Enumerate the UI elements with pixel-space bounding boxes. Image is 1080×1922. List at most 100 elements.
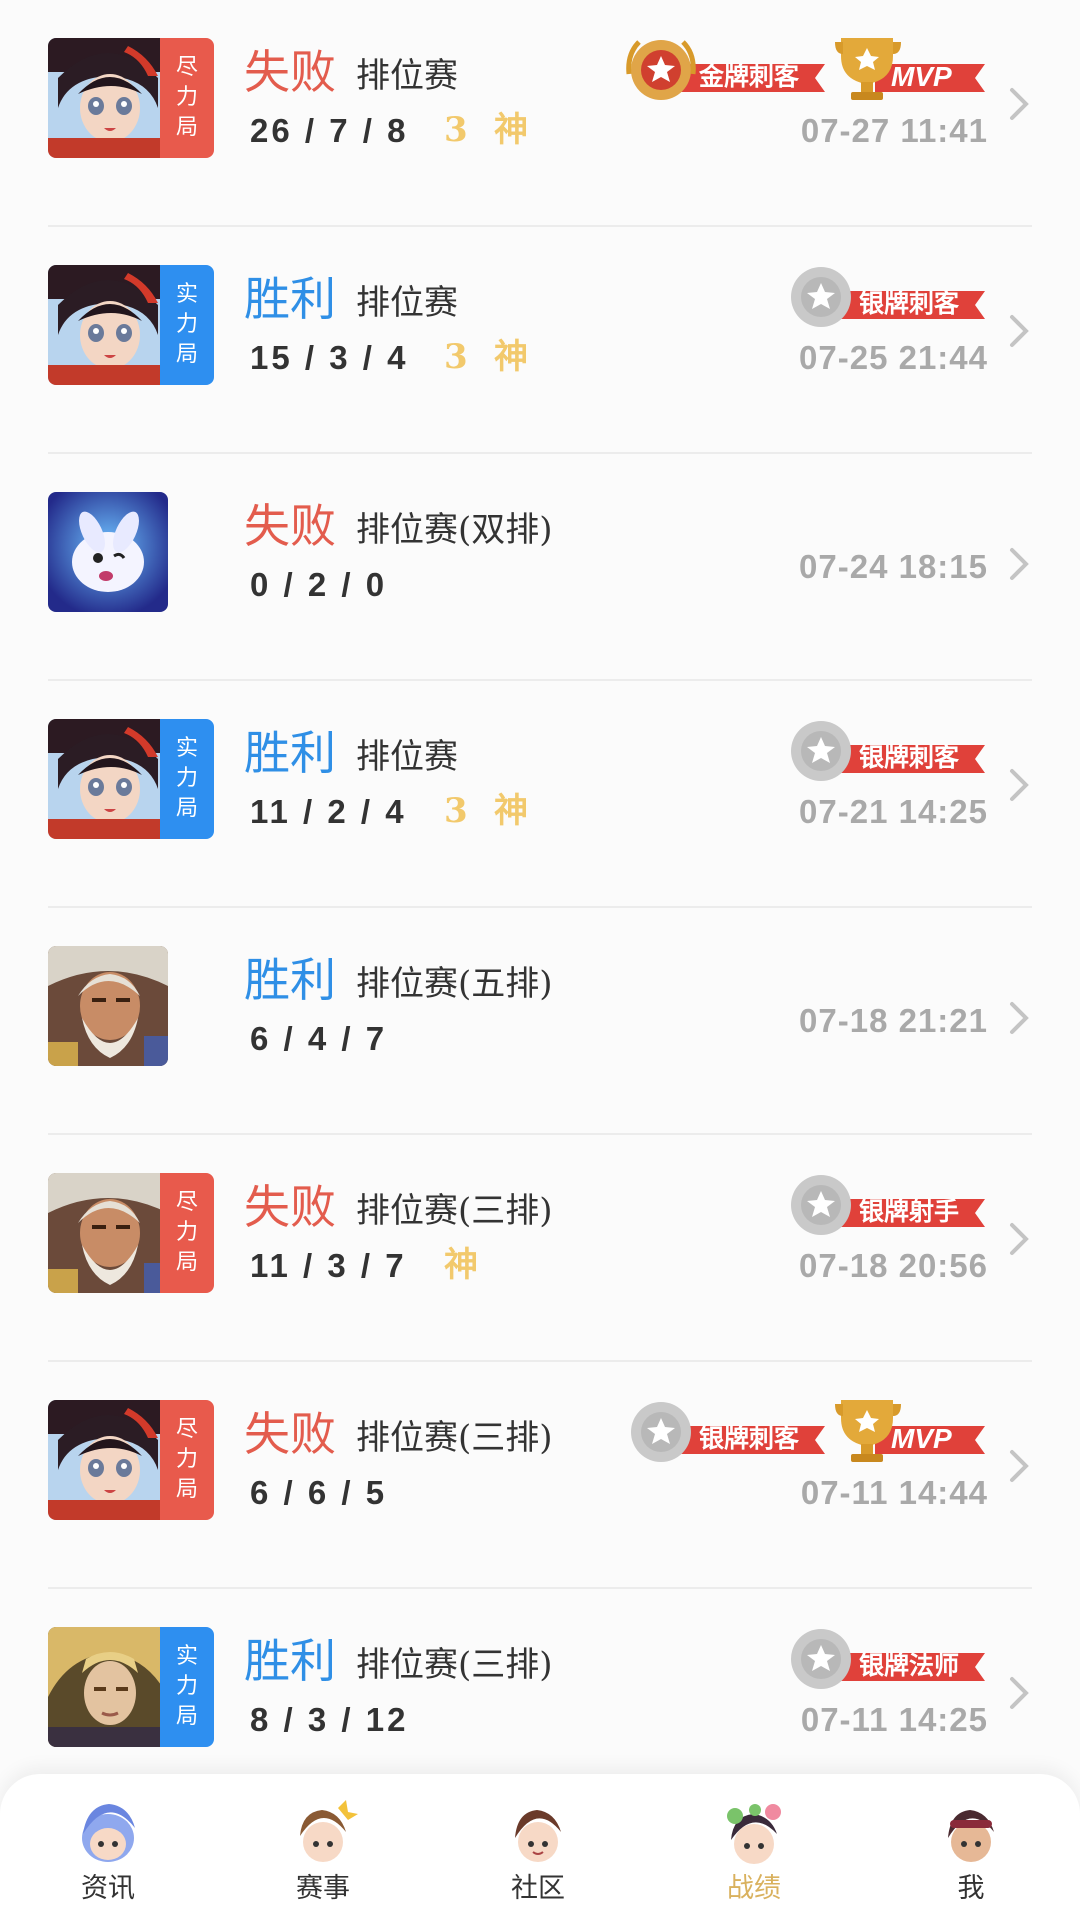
mode-tag: 尽力局 [160,1173,214,1293]
tab-record[interactable]: 战绩 [689,1784,819,1914]
hero-avatar-group: 实力局 [48,719,214,839]
news-avatar-icon [73,1798,143,1868]
hero-avatar [48,1400,168,1520]
mode-tag-char: 局 [175,1250,198,1275]
badge-label: 银牌射手 [859,1197,960,1226]
match-time: 07-27 11:41 [800,112,988,149]
chevron-right-icon[interactable] [1006,311,1032,351]
mode-tag-char: 局 [175,796,198,821]
kda: 11 / 3 / 7 [250,1247,407,1284]
badge-label: 银牌刺客 [859,289,960,318]
match-row[interactable]: 实力局胜利 排位赛 11 / 2 / 4 3 神银牌刺客 07-21 14:25 [0,681,1080,908]
match-row[interactable]: 实力局胜利 排位赛 15 / 3 / 4 3 神银牌刺客 07-25 21:44 [0,227,1080,454]
mode-tag-char: 局 [175,1704,198,1729]
badge-label: 金牌刺客 [699,62,800,91]
mode-tag-char: 局 [175,115,198,140]
god-flag: 神 [494,337,528,377]
mode-tag-char: 力 [175,1220,198,1245]
hero-avatar [48,946,168,1066]
match-type: 排位赛(双排) [356,510,553,550]
hero-avatar-group: 尽力局 [48,38,214,158]
chevron-right-icon[interactable] [1006,1219,1032,1259]
bottom-tab-bar: 资讯 赛事 社区 战绩 我 [0,1774,1080,1922]
tab-label: 资讯 [81,1873,135,1904]
match-time: 07-21 14:25 [799,793,988,830]
match-row[interactable]: 尽力局失败 排位赛(三排) 6 / 6 / 5 银牌刺客 MVP 07-11 14:44 [0,1362,1080,1589]
hero-avatar-group [48,492,214,612]
tab-me[interactable]: 我 [906,1784,1036,1914]
hero-avatar-group [48,946,214,1066]
mode-tag: 实力局 [160,719,214,839]
match-row[interactable]: 尽力局失败 排位赛(三排) 11 / 3 / 7 神银牌射手 07-18 20:56 [0,1135,1080,1362]
silver-medal-badge: 银牌刺客 [625,1396,825,1466]
mode-tag-char: 力 [175,766,198,791]
kda: 6 / 4 / 7 [250,1020,388,1057]
tab-community[interactable]: 社区 [473,1784,603,1914]
mode-tag-char: 尽 [175,1417,198,1442]
match-type: 排位赛(三排) [356,1418,553,1458]
chevron-right-icon[interactable] [1006,544,1032,584]
kda: 11 / 2 / 4 [250,793,407,830]
tab-events[interactable]: 赛事 [258,1784,388,1914]
triple-kill-flag: 3 [444,791,468,831]
match-row[interactable]: 胜利 排位赛(五排) 6 / 4 / 7 07-18 21:21 [0,908,1080,1135]
match-row[interactable]: 尽力局失败 排位赛 26 / 7 / 8 3 神金牌刺客 MVP 07-27 11:41 [0,0,1080,227]
badge-label: 银牌法师 [859,1651,960,1680]
match-type: 排位赛 [356,283,458,323]
mode-tag-char: 实 [175,1644,198,1669]
god-flag: 神 [444,1245,478,1285]
match-time: 07-24 18:15 [799,548,988,585]
hero-avatar [48,38,168,158]
silver-medal-badge: 银牌刺客 [785,261,985,331]
mode-tag-char: 力 [175,85,198,110]
record-avatar-icon [719,1798,789,1868]
tab-label: 战绩 [727,1873,781,1904]
hero-avatar [48,492,168,612]
silver-medal-badge: 银牌法师 [785,1623,985,1693]
triple-kill-flag: 3 [444,110,468,150]
chevron-right-icon[interactable] [1006,1673,1032,1713]
match-row[interactable]: 失败 排位赛(双排) 0 / 2 / 0 07-24 18:15 [0,454,1080,681]
mode-tag-char: 尽 [175,1190,198,1215]
match-result: 胜利 [244,1634,336,1688]
mode-tag-char: 实 [175,282,198,307]
mode-tag-char: 局 [175,342,198,367]
mode-tag: 实力局 [160,1627,214,1747]
mode-tag: 实力局 [160,265,214,385]
hero-avatar-group: 尽力局 [48,1173,214,1293]
match-time: 07-11 14:44 [800,1474,988,1511]
badge-label: MVP [891,61,952,92]
match-result: 失败 [244,45,336,99]
chevron-right-icon[interactable] [1006,765,1032,805]
mode-tag-char: 局 [175,1477,198,1502]
tab-label: 社区 [511,1873,565,1904]
match-result: 失败 [244,1407,336,1461]
silver-medal-badge: 银牌刺客 [785,715,985,785]
chevron-right-icon[interactable] [1006,998,1032,1038]
tab-news[interactable]: 资讯 [43,1784,173,1914]
triple-kill-flag: 3 [444,337,468,377]
chevron-right-icon[interactable] [1006,84,1032,124]
match-result: 失败 [244,1180,336,1234]
mode-tag-char: 力 [175,312,198,337]
hero-avatar-group: 实力局 [48,1627,214,1747]
match-type: 排位赛(三排) [356,1191,553,1231]
hero-avatar-group: 实力局 [48,265,214,385]
kda: 26 / 7 / 8 [250,112,409,149]
mvp-badge: MVP [835,1396,985,1466]
mode-tag-char: 力 [175,1674,198,1699]
mode-tag-char: 尽 [175,55,198,80]
chevron-right-icon[interactable] [1006,1446,1032,1486]
badge-label: 银牌刺客 [699,1424,800,1453]
tab-label: 我 [957,1873,985,1904]
kda: 6 / 6 / 5 [250,1474,388,1511]
kda: 8 / 3 / 12 [250,1701,409,1738]
match-time: 07-18 20:56 [799,1247,988,1284]
kda: 15 / 3 / 4 [250,339,409,376]
mode-tag-char: 力 [175,1447,198,1472]
god-flag: 神 [494,110,528,150]
match-result: 胜利 [244,953,336,1007]
mvp-badge: MVP [835,34,985,104]
mode-tag: 尽力局 [160,1400,214,1520]
match-time: 07-25 21:44 [799,339,988,376]
